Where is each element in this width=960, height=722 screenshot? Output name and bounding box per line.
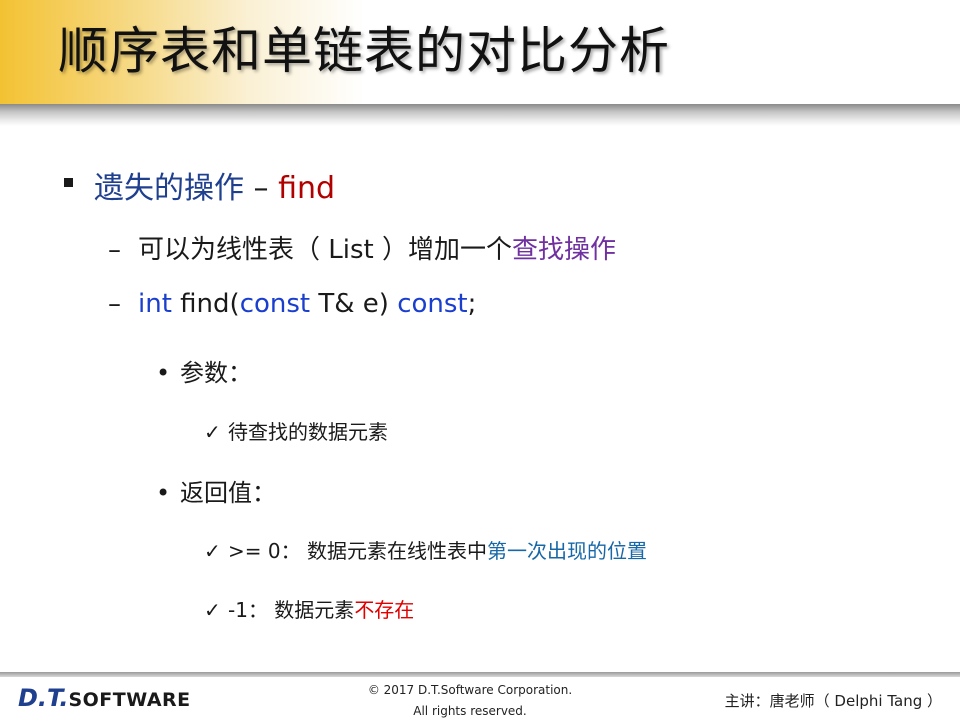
params-item-text: 待查找的数据元素: [228, 420, 388, 444]
copyright-line-1: © 2017 D.T.Software Corporation.: [367, 683, 573, 697]
return-item-2-highlight: 不存在: [354, 598, 415, 622]
dot-bullet-icon: •: [156, 479, 171, 507]
return-item-2-text: -1： 数据元素: [228, 598, 355, 622]
params-label: • 参数：: [156, 353, 252, 388]
title-bar-shadow: [0, 104, 960, 126]
return-label-text: 返回值：: [180, 479, 276, 507]
function-name: find(: [171, 289, 240, 319]
main-bullet: 遗失的操作 – find: [94, 163, 335, 207]
slide-title: 顺序表和单链表的对比分析: [58, 22, 670, 80]
copyright-notice: © 2017 D.T.Software Corporation. All rig…: [300, 680, 640, 722]
main-bullet-separator: –: [244, 171, 279, 206]
logo-software: SOFTWARE: [68, 689, 191, 711]
return-item-1: ✓ >= 0： 数据元素在线性表中第一次出现的位置: [204, 535, 647, 564]
keyword-const-param: const: [239, 289, 311, 319]
dot-bullet-icon: •: [156, 359, 171, 387]
check-icon: ✓: [204, 598, 221, 622]
square-bullet-icon: [64, 178, 73, 187]
check-icon: ✓: [204, 420, 221, 444]
check-icon: ✓: [204, 539, 221, 563]
param-list: T& e): [310, 289, 398, 319]
lecturer-credit: 主讲：唐老师（ Delphi Tang ）: [724, 692, 942, 710]
sub-bullet-1-highlight: 查找操作: [511, 235, 616, 265]
footer-divider: [0, 672, 960, 677]
copyright-line-2: All rights reserved.: [413, 704, 527, 718]
return-item-1-highlight: 第一次出现的位置: [486, 539, 647, 563]
main-bullet-text: 遗失的操作: [94, 171, 244, 206]
sub-bullet-1-text: 可以为线性表（ List ）增加一个: [138, 235, 512, 265]
params-item: ✓ 待查找的数据元素: [204, 416, 388, 445]
return-item-2: ✓ -1： 数据元素不存在: [204, 594, 414, 623]
sub-bullet-1: – 可以为线性表（ List ）增加一个查找操作: [108, 229, 616, 266]
logo-dt: D.T.: [18, 684, 69, 712]
dash-bullet-icon: –: [108, 235, 121, 265]
sub-bullet-2: – int find(const T& e) const;: [108, 289, 476, 319]
main-bullet-highlight: find: [278, 171, 336, 206]
dt-software-logo: D.T.SOFTWARE: [18, 684, 191, 712]
return-item-1-text: >= 0： 数据元素在线性表中: [228, 539, 487, 563]
keyword-int: int: [138, 289, 172, 319]
dash-bullet-icon: –: [108, 289, 121, 319]
keyword-const-method: const: [397, 289, 468, 319]
semicolon: ;: [467, 289, 477, 319]
return-label: • 返回值：: [156, 473, 276, 508]
params-label-text: 参数：: [180, 359, 252, 387]
